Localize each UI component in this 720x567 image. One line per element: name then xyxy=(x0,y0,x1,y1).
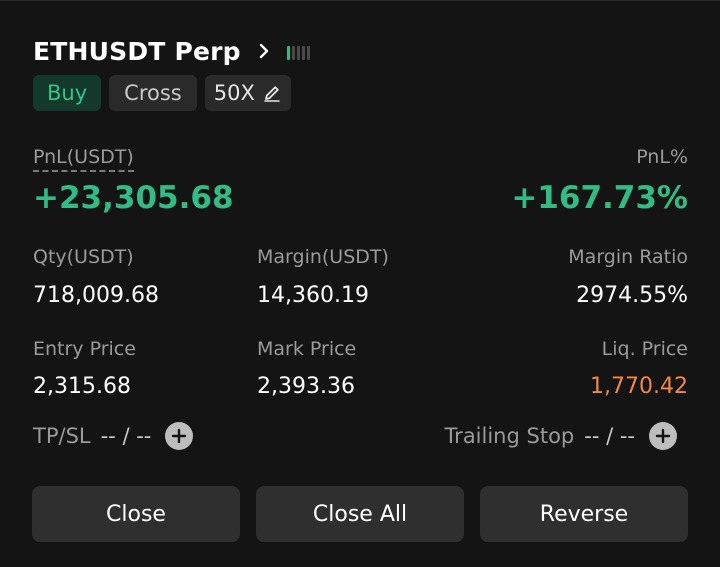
chevron-right-icon[interactable] xyxy=(255,42,273,60)
leverage-label: 50X xyxy=(213,81,255,105)
close-button[interactable]: Close xyxy=(32,486,240,542)
position-tags: Buy Cross 50X xyxy=(33,75,291,111)
qty-value: 718,009.68 xyxy=(33,283,159,308)
signal-strength-icon xyxy=(286,42,310,60)
close-all-button[interactable]: Close All xyxy=(256,486,464,542)
pnl-pct-value: +167.73% xyxy=(511,180,688,216)
margin-ratio-label: Margin Ratio xyxy=(568,246,688,268)
pnl-label[interactable]: PnL(USDT) xyxy=(33,146,134,172)
tpsl-row: TP/SL -- / -- xyxy=(33,422,194,450)
liq-price-value: 1,770.42 xyxy=(590,374,688,399)
entry-price-value: 2,315.68 xyxy=(33,374,131,399)
mark-price-label: Mark Price xyxy=(257,338,357,360)
margin-ratio-value: 2974.55% xyxy=(576,283,688,308)
mark-price-value: 2,393.36 xyxy=(257,374,355,399)
side-badge: Buy xyxy=(33,75,102,111)
position-header[interactable]: ETHUSDT Perp xyxy=(33,34,310,68)
trailing-stop-label: Trailing Stop xyxy=(444,424,575,448)
add-trailing-stop-icon[interactable] xyxy=(649,422,677,450)
tpsl-label: TP/SL xyxy=(33,424,91,448)
margin-mode-badge: Cross xyxy=(109,75,197,111)
pnl-value: +23,305.68 xyxy=(33,180,234,216)
pnl-label-text: PnL(USDT) xyxy=(33,146,134,172)
pnl-pct-label: PnL% xyxy=(636,146,688,168)
symbol-title[interactable]: ETHUSDT Perp xyxy=(33,37,241,66)
position-card: ETHUSDT Perp Buy Cross 50X PnL(USDT) +23… xyxy=(0,0,720,567)
divider xyxy=(0,0,720,1)
margin-label: Margin(USDT) xyxy=(257,246,389,268)
tpsl-value: -- / -- xyxy=(100,424,152,448)
leverage-button[interactable]: 50X xyxy=(204,75,291,111)
margin-value: 14,360.19 xyxy=(257,283,369,308)
trailing-stop-value: -- / -- xyxy=(584,424,635,448)
reverse-button[interactable]: Reverse xyxy=(480,486,688,542)
entry-price-label: Entry Price xyxy=(33,338,136,360)
qty-label: Qty(USDT) xyxy=(33,246,134,268)
add-tpsl-icon[interactable] xyxy=(165,422,194,450)
liq-price-label: Liq. Price xyxy=(601,338,688,360)
edit-pencil-icon xyxy=(264,86,280,102)
trailing-stop-row: Trailing Stop -- / -- xyxy=(444,422,677,450)
